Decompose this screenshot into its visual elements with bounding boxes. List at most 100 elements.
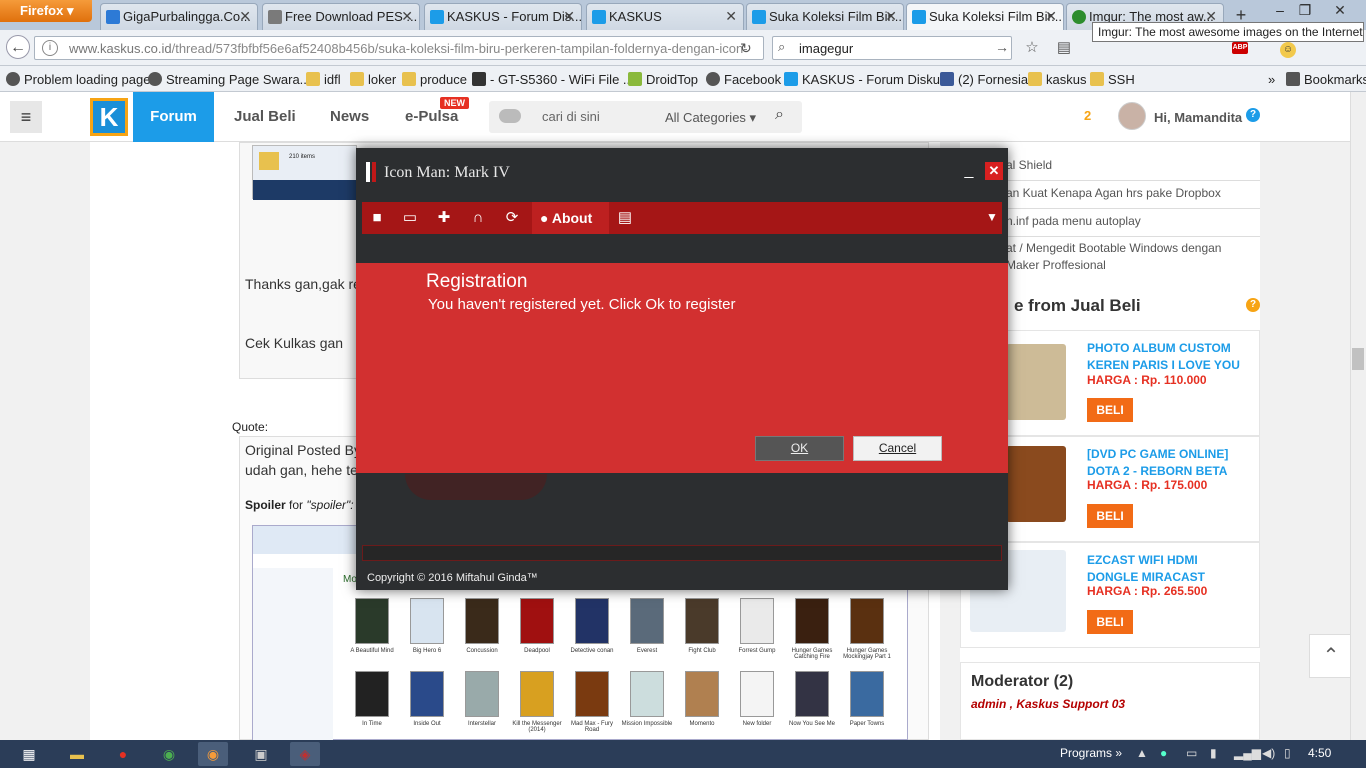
search-icon[interactable]: ⌕ <box>775 106 784 124</box>
firefox-menu-button[interactable]: Firefox ▾ <box>0 0 92 22</box>
chevron-down-icon[interactable]: ▼ <box>986 210 998 224</box>
tab-3[interactable]: KASKUS ✕ <box>586 3 744 30</box>
help-icon[interactable]: ? <box>1246 108 1260 122</box>
movie-folder-item[interactable]: Concussion <box>455 598 509 668</box>
movie-folder-item[interactable]: Now You See Me <box>785 671 839 741</box>
firefox-icon[interactable]: ◉ <box>198 742 228 766</box>
headphones-icon[interactable]: ∩ <box>461 202 495 234</box>
tab-4[interactable]: Suka Koleksi Film Bir... ✕ <box>746 3 904 30</box>
search-go-icon[interactable]: → <box>995 39 1009 55</box>
bookmarks-menu-button[interactable]: Bookmarks <box>1286 72 1366 87</box>
dialog-close-button[interactable]: ✕ <box>985 162 1003 180</box>
info-icon[interactable]: i <box>42 40 58 56</box>
video-camera-icon[interactable]: ■ <box>360 202 394 234</box>
movie-folder-item[interactable]: Mission Impossible <box>620 671 674 741</box>
app-icon[interactable]: ● <box>108 742 138 766</box>
programs-toolbar[interactable]: Programs » <box>1060 746 1122 760</box>
reading-list-icon[interactable]: ▤ <box>1054 38 1074 58</box>
search-input[interactable]: imagegur <box>772 36 1012 60</box>
nav-jual-beli[interactable]: Jual Beli <box>234 92 296 142</box>
moderator-names[interactable]: admin , Kaskus Support 03 <box>971 697 1125 711</box>
movie-folder-item[interactable]: Kill the Messenger (2014) <box>510 671 564 741</box>
tab-5[interactable]: Suka Koleksi Film Bir... ✕ <box>906 3 1064 30</box>
monitor-icon[interactable]: ▭ <box>393 202 427 234</box>
buy-button[interactable]: BELI <box>1087 504 1133 528</box>
product-image[interactable] <box>1006 344 1066 420</box>
notification-count[interactable]: 2 <box>1084 108 1091 123</box>
emoji-icon[interactable]: ☺ <box>1280 42 1296 58</box>
sidebar-link[interactable]: n.inf pada menu autoplay <box>1006 214 1141 228</box>
product-title[interactable]: [DVD PC GAME ONLINE] DOTA 2 - REBORN BET… <box>1087 446 1247 480</box>
sidebar-link[interactable]: an Kuat Kenapa Agan hrs pake Dropbox <box>1006 186 1221 200</box>
sidebar-link[interactable]: Maker Proffesional <box>1006 258 1106 272</box>
volume-icon[interactable]: ◀) <box>1262 746 1275 760</box>
refresh-icon[interactable]: ⟳ <box>495 202 529 234</box>
bookmark-item[interactable]: Facebook <box>706 72 781 87</box>
start-grid-icon[interactable]: ▦ <box>14 742 44 766</box>
movie-folder-item[interactable]: Big Hero 6 <box>400 598 454 668</box>
dialog-minimize-button[interactable]: _ <box>962 162 976 180</box>
bookmark-item[interactable]: KASKUS - Forum Disku... <box>784 72 951 87</box>
bookmarks-overflow-button[interactable]: » <box>1268 72 1275 87</box>
product-title[interactable]: EZCAST WIFI HDMI DONGLE MIRACAST <box>1087 552 1247 586</box>
close-icon[interactable]: ✕ <box>885 8 897 25</box>
nav-forum[interactable]: Forum <box>133 92 214 142</box>
gamepad-icon[interactable]: ✚ <box>427 202 461 234</box>
movie-folder-item[interactable]: Deadpool <box>510 598 564 668</box>
tab-about[interactable]: ● About <box>532 202 609 234</box>
bookmark-item[interactable]: DroidTop <box>628 72 698 87</box>
category-select[interactable]: All Categories ▾ <box>665 110 756 126</box>
sidebar-link[interactable]: at / Mengedit Bootable Windows dengan <box>1006 241 1221 255</box>
nav-news[interactable]: News <box>330 92 369 142</box>
movie-folder-item[interactable]: A Beautiful Mind <box>345 598 399 668</box>
tab-2[interactable]: KASKUS - Forum Dis... ✕ <box>424 3 582 30</box>
close-icon[interactable]: ✕ <box>239 8 251 25</box>
bookmark-item[interactable]: - GT-S5360 - WiFi File ... <box>472 72 634 87</box>
close-icon[interactable]: ✕ <box>401 8 413 25</box>
site-search-input[interactable]: cari di sini All Categories ▾ ⌕ <box>489 101 802 133</box>
tray-chevron-icon[interactable]: ▲ <box>1136 746 1148 760</box>
app-icon[interactable]: ▣ <box>246 742 276 766</box>
movie-folder-item[interactable]: Mad Max - Fury Road <box>565 671 619 741</box>
back-icon[interactable]: ← <box>6 35 30 59</box>
bookmark-item[interactable]: loker <box>350 72 396 87</box>
movie-folder-item[interactable]: Detective conan <box>565 598 619 668</box>
reload-icon[interactable]: ↻ <box>740 40 752 57</box>
close-window-icon[interactable]: ✕ <box>1330 2 1350 18</box>
maximize-window-icon[interactable]: ❐ <box>1295 2 1315 18</box>
movie-folder-item[interactable]: In Time <box>345 671 399 741</box>
product-image[interactable] <box>1006 446 1066 522</box>
movie-folder-item[interactable]: New folder <box>730 671 784 741</box>
movie-folder-item[interactable]: Hunger Games Catching Fire <box>785 598 839 668</box>
hamburger-menu-icon[interactable]: ≡ <box>10 101 42 133</box>
movie-folder-item[interactable]: Hunger Games Mockingjay Part 1 <box>840 598 894 668</box>
page-scrollbar[interactable] <box>1350 92 1366 740</box>
close-icon[interactable]: ✕ <box>725 8 737 25</box>
bookmark-item[interactable]: SSH <box>1090 72 1135 87</box>
close-icon[interactable]: ✕ <box>563 8 575 25</box>
movie-folder-item[interactable]: Paper Towns <box>840 671 894 741</box>
buy-button[interactable]: BELI <box>1087 610 1133 634</box>
url-bar[interactable]: www.kaskus.co.id/thread/573fbfbf56e6af52… <box>34 36 764 60</box>
tray-app-icon[interactable]: ● <box>1160 746 1167 760</box>
bookmark-item[interactable]: idfl <box>306 72 341 87</box>
bookmark-item[interactable]: kaskus <box>1028 72 1086 87</box>
clipboard-icon[interactable]: ▤ <box>608 202 642 234</box>
bookmark-star-icon[interactable]: ☆ <box>1022 38 1042 58</box>
spoiler-header[interactable]: Spoiler for "spoiler": <box>245 498 354 512</box>
movie-folder-item[interactable]: Everest <box>620 598 674 668</box>
close-icon[interactable]: ✕ <box>1045 8 1057 25</box>
movie-folder-item[interactable]: Forrest Gump <box>730 598 784 668</box>
buy-button[interactable]: BELI <box>1087 398 1133 422</box>
chrome-icon[interactable]: ◉ <box>154 742 184 766</box>
help-icon[interactable]: ? <box>1246 298 1260 312</box>
bookmark-item[interactable]: Streaming Page Swara... <box>148 72 311 87</box>
signal-icon[interactable]: ▂▄▆ <box>1234 746 1261 760</box>
bookmark-item[interactable]: produce <box>402 72 467 87</box>
tray-window-icon[interactable]: ▭ <box>1186 746 1197 760</box>
movie-folder-item[interactable]: Inside Out <box>400 671 454 741</box>
movie-folder-item[interactable]: Fight Club <box>675 598 729 668</box>
tab-1[interactable]: Free Download PES ... ✕ <box>262 3 420 30</box>
clock[interactable]: 4:50 <box>1308 746 1331 760</box>
sidebar-link[interactable]: al Shield <box>1006 158 1052 172</box>
